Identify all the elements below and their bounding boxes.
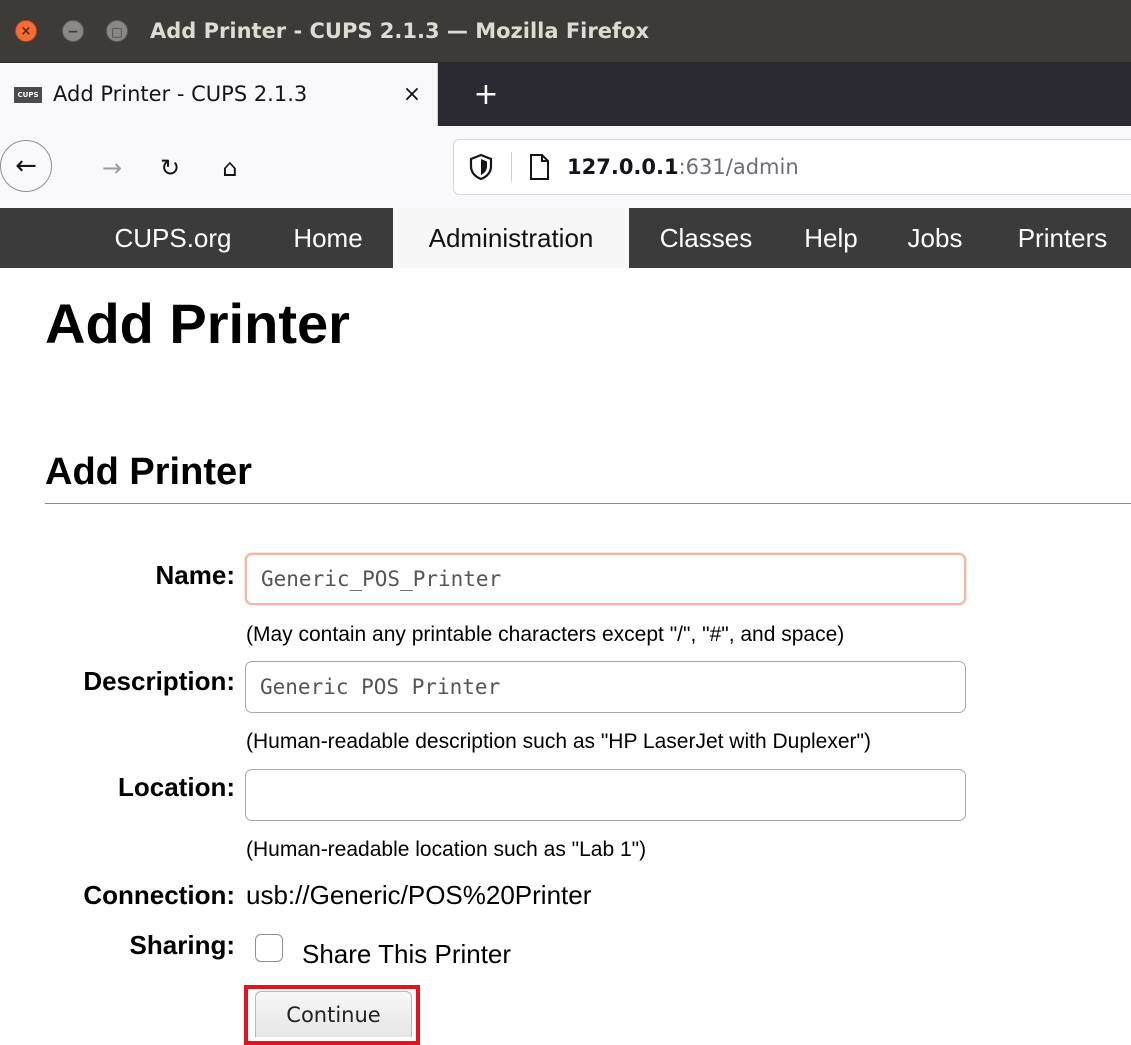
window-close-button[interactable]: × xyxy=(15,20,37,42)
new-tab-button[interactable]: + xyxy=(466,75,506,115)
share-printer-label[interactable]: Share This Printer xyxy=(302,938,511,970)
tracking-shield-icon[interactable] xyxy=(468,153,494,181)
page-info-icon[interactable] xyxy=(528,153,550,181)
navigation-toolbar: ← → ↻ ⌂ 127.0.0.1:631/admin xyxy=(0,126,1131,209)
home-button[interactable]: ⌂ xyxy=(210,148,250,188)
cups-favicon-icon: CUPS xyxy=(14,87,42,103)
location-hint: (Human-readable location such as "Lab 1"… xyxy=(246,838,647,861)
window-title: Add Printer - CUPS 2.1.3 — Mozilla Firef… xyxy=(150,19,650,43)
nav-administration[interactable]: Administration xyxy=(393,208,629,268)
reload-button[interactable]: ↻ xyxy=(150,148,190,188)
nav-cups-org[interactable]: CUPS.org xyxy=(82,208,264,268)
browser-tab-add-printer[interactable]: CUPS Add Printer - CUPS 2.1.3 × xyxy=(0,63,438,126)
name-field[interactable] xyxy=(245,553,966,605)
tab-title: Add Printer - CUPS 2.1.3 xyxy=(53,82,308,106)
tab-strip: CUPS Add Printer - CUPS 2.1.3 × + xyxy=(0,63,1131,126)
cups-navbar: CUPS.org Home Administration Classes Hel… xyxy=(0,208,1131,268)
url-bar-separator xyxy=(511,152,512,182)
description-label: Description: xyxy=(83,666,235,696)
window-minimize-button[interactable]: − xyxy=(62,20,84,42)
share-printer-checkbox[interactable] xyxy=(255,934,283,962)
connection-value: usb://Generic/POS%20Printer xyxy=(246,880,592,910)
nav-jobs[interactable]: Jobs xyxy=(888,208,982,268)
name-hint: (May contain any printable characters ex… xyxy=(246,623,845,646)
window-maximize-button[interactable]: □ xyxy=(106,20,128,42)
url-path: :631/admin xyxy=(678,155,799,179)
section-divider xyxy=(45,503,1131,504)
url-bar[interactable]: 127.0.0.1:631/admin xyxy=(453,139,1131,195)
page-title: Add Printer xyxy=(45,292,350,355)
nav-help[interactable]: Help xyxy=(783,208,879,268)
nav-home[interactable]: Home xyxy=(272,208,384,268)
description-field[interactable] xyxy=(245,661,966,713)
window-titlebar: × − □ Add Printer - CUPS 2.1.3 — Mozilla… xyxy=(0,0,1131,63)
nav-classes[interactable]: Classes xyxy=(636,208,776,268)
name-label: Name: xyxy=(155,560,235,590)
url-host: 127.0.0.1 xyxy=(567,155,679,179)
url-text[interactable]: 127.0.0.1:631/admin xyxy=(567,140,799,194)
back-button[interactable]: ← xyxy=(0,140,52,192)
sharing-label: Sharing: xyxy=(129,930,235,960)
nav-printers[interactable]: Printers xyxy=(994,208,1131,268)
description-hint: (Human-readable description such as "HP … xyxy=(246,730,871,753)
location-field[interactable] xyxy=(245,769,966,821)
continue-button[interactable]: Continue xyxy=(255,991,412,1037)
tab-close-icon[interactable]: × xyxy=(396,79,428,111)
location-label: Location: xyxy=(118,772,235,802)
connection-label: Connection: xyxy=(83,880,235,910)
section-title: Add Printer xyxy=(45,451,252,493)
forward-button[interactable]: → xyxy=(92,148,132,188)
